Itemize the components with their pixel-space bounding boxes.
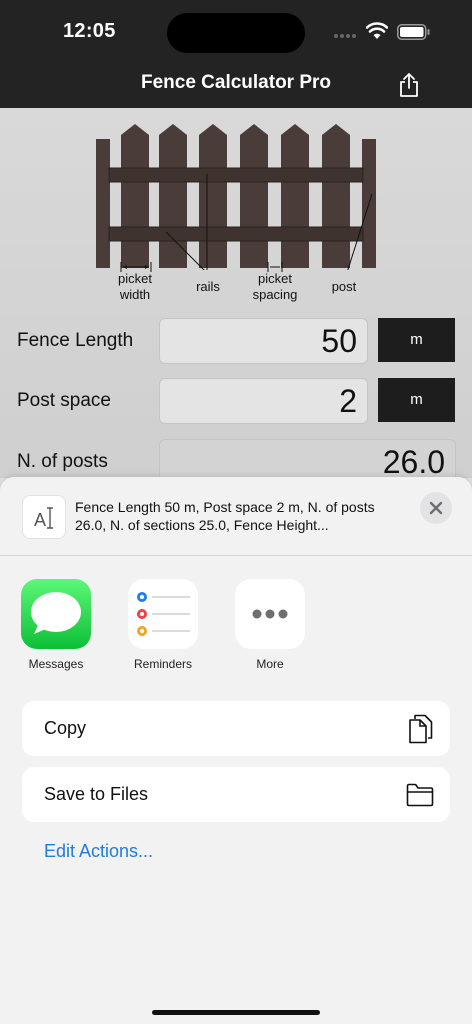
sheet-divider [0, 555, 472, 556]
copy-icon [409, 714, 433, 744]
folder-icon [406, 783, 434, 807]
fence-length-unit-button[interactable]: m [378, 318, 455, 362]
post-space-unit-button[interactable]: m [378, 378, 455, 422]
more-label: More [256, 657, 284, 671]
picket-width-label: picket width [118, 271, 152, 302]
fence-diagram [96, 124, 376, 270]
fence-length-row: Fence Length 50 m [0, 318, 472, 364]
close-button[interactable] [420, 492, 452, 524]
calculator-content: picket width rails picket spacing post F… [0, 108, 472, 485]
messages-icon [21, 579, 91, 649]
wifi-icon [366, 22, 388, 39]
post-space-row: Post space 2 m [0, 378, 472, 424]
copy-label: Copy [44, 718, 87, 738]
edit-actions-link[interactable]: Edit Actions... [44, 841, 153, 862]
fence-length-label: Fence Length [17, 330, 134, 351]
cellular-signal-icon [334, 34, 356, 38]
share-app-more[interactable]: More [230, 579, 310, 671]
home-indicator[interactable] [152, 1010, 320, 1015]
more-icon [235, 579, 305, 649]
share-preview-text: Fence Length 50 m, Post space 2 m, N. of… [75, 499, 375, 533]
save-to-files-action[interactable]: Save to Files [22, 767, 450, 822]
reminders-icon [128, 579, 198, 649]
battery-icon [397, 24, 430, 40]
share-icon[interactable] [397, 72, 421, 98]
svg-text:A: A [34, 510, 46, 530]
reminders-label: Reminders [133, 657, 193, 671]
copy-action[interactable]: Copy [22, 701, 450, 756]
status-time: 12:05 [63, 20, 116, 42]
share-app-reminders[interactable]: Reminders [123, 579, 203, 671]
messages-label: Messages [28, 657, 84, 671]
fence-length-field[interactable]: 50 [159, 318, 368, 364]
share-app-messages[interactable]: Messages [16, 579, 96, 671]
post-space-field[interactable]: 2 [159, 378, 368, 424]
text-document-icon: A [22, 495, 66, 539]
share-sheet: A Fence Length 50 m, Post space 2 m, N. … [0, 477, 472, 1024]
picket-spacing-label: picket spacing [252, 271, 298, 302]
rails-label: rails [196, 279, 220, 294]
close-icon [429, 501, 443, 515]
post-label: post [331, 279, 357, 294]
posts-count-label: N. of posts [17, 451, 108, 472]
top-bar: 12:05 Fence Calculator Pro [0, 0, 472, 108]
post-space-label: Post space [17, 390, 111, 411]
dynamic-island [167, 13, 305, 53]
save-to-files-label: Save to Files [44, 784, 149, 804]
